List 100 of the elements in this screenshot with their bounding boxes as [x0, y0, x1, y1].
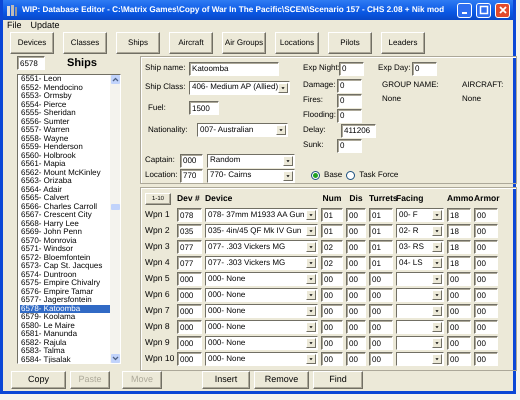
- list-item[interactable]: 6565- Calvert: [20, 194, 110, 202]
- list-item[interactable]: 6577- Jagersfontein: [20, 296, 110, 304]
- action-button[interactable]: Remove: [254, 371, 309, 389]
- scroll-up-icon[interactable]: [110, 75, 120, 84]
- turrets-field[interactable]: 00: [369, 272, 393, 286]
- armor-field[interactable]: 00: [474, 336, 498, 350]
- dis-field[interactable]: 00: [346, 336, 366, 350]
- dis-field[interactable]: 00: [346, 304, 366, 318]
- ammo-field[interactable]: 18: [447, 240, 471, 254]
- num-field[interactable]: 00: [321, 288, 343, 302]
- dis-field[interactable]: 00: [346, 320, 366, 334]
- device-dropdown[interactable]: 000- None: [205, 320, 318, 334]
- list-item[interactable]: 6554- Pierce: [20, 100, 110, 109]
- menu-item[interactable]: File: [7, 21, 22, 30]
- sunk-field[interactable]: 0: [337, 138, 362, 152]
- nav-button[interactable]: Air Groups: [222, 32, 266, 54]
- num-field[interactable]: 00: [321, 320, 343, 334]
- list-item[interactable]: 6580- Le Maire: [20, 322, 110, 330]
- fires-field[interactable]: 0: [337, 94, 362, 108]
- list-item[interactable]: 6566- Charles Carroll: [20, 202, 110, 211]
- list-item[interactable]: 6563- Orizaba: [20, 177, 110, 186]
- list-item[interactable]: 6582- Rajula: [20, 338, 110, 347]
- turrets-field[interactable]: 01: [369, 256, 393, 270]
- dis-field[interactable]: 00: [346, 256, 366, 270]
- ammo-field[interactable]: 00: [447, 304, 471, 318]
- device-dropdown[interactable]: 000- None: [205, 288, 318, 302]
- device-dropdown[interactable]: 078- 37mm M1933 AA Gun: [205, 208, 318, 222]
- list-item[interactable]: 6583- Talma: [20, 347, 110, 356]
- dev-field[interactable]: 035: [177, 224, 202, 238]
- ammo-field[interactable]: 00: [447, 336, 471, 350]
- num-field[interactable]: 00: [321, 352, 343, 366]
- turrets-field[interactable]: 00: [369, 352, 393, 366]
- facing-dropdown[interactable]: [396, 288, 444, 302]
- armor-field[interactable]: 00: [474, 224, 498, 238]
- scrollbar[interactable]: [110, 75, 120, 363]
- device-dropdown[interactable]: 000- None: [205, 336, 318, 350]
- turrets-field[interactable]: 01: [369, 224, 393, 238]
- nav-button[interactable]: Locations: [275, 32, 319, 54]
- facing-dropdown[interactable]: [396, 336, 444, 350]
- device-dropdown[interactable]: 000- None: [205, 272, 318, 286]
- fuel-field[interactable]: 1500: [189, 101, 219, 115]
- armor-field[interactable]: 00: [474, 208, 498, 222]
- exp-day-field[interactable]: 0: [412, 62, 437, 76]
- ship-search-field[interactable]: 6578: [17, 56, 45, 70]
- action-button[interactable]: Insert: [202, 371, 250, 389]
- facing-dropdown[interactable]: 03- RS: [396, 240, 444, 254]
- captain-dropdown[interactable]: Random: [207, 154, 295, 168]
- turrets-field[interactable]: 00: [369, 320, 393, 334]
- dev-field[interactable]: 078: [177, 208, 202, 222]
- radio-button[interactable]: [311, 171, 320, 180]
- device-dropdown[interactable]: 000- None: [205, 352, 318, 366]
- num-field[interactable]: 01: [321, 224, 343, 238]
- dev-field[interactable]: 000: [177, 288, 202, 302]
- damage-field[interactable]: 0: [337, 78, 362, 92]
- num-field[interactable]: 02: [321, 256, 343, 270]
- delay-field[interactable]: 411206: [341, 124, 376, 138]
- nav-button[interactable]: Classes: [63, 32, 107, 54]
- dis-field[interactable]: 00: [346, 208, 366, 222]
- nav-button[interactable]: Ships: [116, 32, 160, 54]
- ship-class-dropdown[interactable]: 406- Medium AP (Allied): [189, 80, 290, 94]
- list-item[interactable]: 6570- Monrovia: [20, 236, 110, 245]
- list-item[interactable]: 6555- Sheridan: [20, 109, 110, 118]
- ammo-field[interactable]: 18: [447, 208, 471, 222]
- facing-dropdown[interactable]: [396, 320, 444, 334]
- turrets-field[interactable]: 01: [369, 240, 393, 254]
- list-item[interactable]: 6584- Tjisalak: [20, 356, 110, 363]
- dis-field[interactable]: 00: [346, 224, 366, 238]
- list-item[interactable]: 6573- Cap St. Jacques: [20, 262, 110, 270]
- ammo-field[interactable]: 00: [447, 320, 471, 334]
- turrets-field[interactable]: 00: [369, 336, 393, 350]
- flooding-field[interactable]: 0: [337, 108, 362, 122]
- location-code-field[interactable]: 770: [180, 168, 203, 182]
- list-item[interactable]: 6560- Holbrook: [20, 152, 110, 160]
- list-item[interactable]: 6581- Manunda: [20, 330, 110, 338]
- list-item[interactable]: 6562- Mount McKinley: [20, 168, 110, 177]
- device-dropdown[interactable]: 000- None: [205, 304, 318, 318]
- location-dropdown[interactable]: 770- Cairns: [207, 168, 295, 182]
- num-field[interactable]: 01: [321, 208, 343, 222]
- list-item[interactable]: 6572- Bloemfontein: [20, 254, 110, 262]
- list-item[interactable]: 6559- Henderson: [20, 143, 110, 152]
- turrets-field[interactable]: 00: [369, 288, 393, 302]
- dev-field[interactable]: 000: [177, 272, 202, 286]
- exp-night-field[interactable]: 0: [339, 62, 364, 76]
- dev-field[interactable]: 000: [177, 336, 202, 350]
- armor-field[interactable]: 00: [474, 352, 498, 366]
- dis-field[interactable]: 00: [346, 352, 366, 366]
- nationality-dropdown[interactable]: 007- Australian: [197, 123, 288, 137]
- armor-field[interactable]: 00: [474, 288, 498, 302]
- armor-field[interactable]: 00: [474, 272, 498, 286]
- armor-field[interactable]: 00: [474, 304, 498, 318]
- nav-button[interactable]: Leaders: [381, 32, 425, 54]
- dev-field[interactable]: 000: [177, 320, 202, 334]
- dev-field[interactable]: 000: [177, 352, 202, 366]
- nav-button[interactable]: Aircraft: [169, 32, 213, 54]
- num-field[interactable]: 00: [321, 336, 343, 350]
- nav-button[interactable]: Pilots: [328, 32, 372, 54]
- list-item[interactable]: 6551- Leon: [20, 75, 110, 84]
- facing-dropdown[interactable]: [396, 304, 444, 318]
- armor-field[interactable]: 00: [474, 240, 498, 254]
- ammo-field[interactable]: 00: [447, 272, 471, 286]
